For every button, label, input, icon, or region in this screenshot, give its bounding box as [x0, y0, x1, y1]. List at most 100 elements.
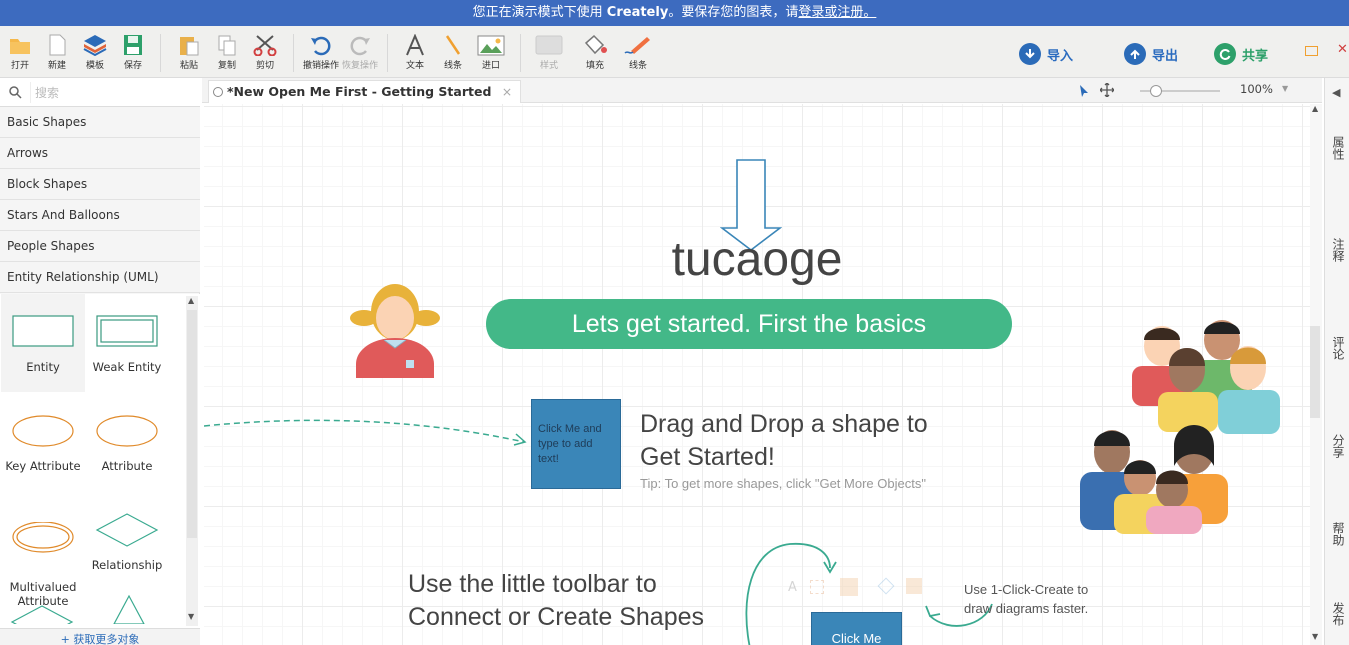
properties-tab[interactable]: 属性 — [1329, 136, 1347, 160]
templates-label: 模板 — [85, 61, 104, 71]
dashed-connector-arrow[interactable] — [204, 414, 534, 464]
share-button[interactable]: 共享 — [1214, 42, 1268, 66]
save-button[interactable]: 保存 — [115, 34, 151, 71]
diamond-icon — [95, 513, 159, 547]
style-label: 样式 — [539, 61, 558, 71]
toolbar-separator — [160, 34, 161, 72]
shape-relationship[interactable]: Relationship — [85, 492, 169, 591]
zoom-slider-handle[interactable] — [1150, 85, 1162, 97]
category-arrows[interactable]: Arrows — [0, 138, 200, 169]
category-block-shapes[interactable]: Block Shapes — [0, 169, 200, 200]
search-input[interactable] — [30, 82, 195, 103]
category-basic-shapes[interactable]: Basic Shapes — [0, 107, 200, 138]
tip-text[interactable]: Tip: To get more shapes, click "Get More… — [640, 476, 926, 491]
save-label: 保存 — [123, 61, 142, 71]
lets-get-started-banner[interactable]: Lets get started. First the basics — [486, 299, 1012, 349]
line-style-label: 线条 — [628, 61, 647, 71]
document-title: *New Open Me First - Getting Started — [227, 84, 492, 99]
notes-tab[interactable]: 注释 — [1329, 238, 1347, 262]
toolbar-heading[interactable]: Use the little toolbar to Connect or Cre… — [408, 568, 704, 634]
weak-relationship-icon[interactable] — [10, 604, 74, 624]
comments-tab[interactable]: 评论 — [1329, 336, 1347, 360]
open-button[interactable]: 打开 — [2, 34, 38, 71]
diagram-canvas[interactable]: tucaoge Lets get started. First the basi… — [204, 104, 1312, 645]
templates-button[interactable]: 模板 — [77, 34, 113, 71]
banner-text: 您正在演示模式下使用 — [472, 5, 607, 20]
shape-label: Weak Entity — [92, 360, 162, 374]
tab-close-icon[interactable]: × — [502, 84, 512, 99]
line-style-button[interactable]: 线条 — [620, 34, 656, 71]
shape-label: Attribute — [101, 459, 153, 473]
banner-text-2: 。要保存您的图表，请 — [668, 5, 799, 20]
people-group-icon[interactable] — [1072, 312, 1284, 534]
close-icon[interactable]: ✕ — [1337, 42, 1348, 57]
export-button[interactable]: 导出 — [1124, 42, 1178, 66]
click-me-shape[interactable]: Click Me — [811, 612, 902, 645]
one-click-create-note[interactable]: Use 1-Click-Create to draw diagrams fast… — [964, 580, 1088, 618]
import-button[interactable]: 导入 — [1019, 42, 1073, 66]
upload-icon — [1124, 43, 1146, 65]
girl-avatar-icon[interactable] — [348, 278, 442, 380]
fill-button[interactable]: 填充 — [577, 34, 613, 71]
document-tab[interactable]: *New Open Me First - Getting Started × — [208, 80, 522, 103]
line-tool-button[interactable]: 线条 — [435, 34, 471, 71]
cut-button[interactable]: 剪切 — [247, 34, 283, 71]
shape-weak-entity[interactable]: Weak Entity — [85, 294, 169, 392]
drag-drop-line-1: Drag and Drop a shape to — [640, 410, 928, 438]
shape-library-panel: Basic Shapes Arrows Block Shapes Stars A… — [0, 78, 200, 645]
paint-bucket-icon — [584, 34, 607, 55]
undo-icon — [311, 36, 331, 56]
text-icon — [406, 34, 424, 56]
main-toolbar: 打开 新建 模板 保存 粘贴 复制 剪切 撤销操作 恢复操作 文本 线条 进口 … — [0, 26, 1349, 78]
paste-label: 粘贴 — [179, 61, 198, 71]
copy-icon — [218, 35, 236, 56]
publish-tab[interactable]: 发布 — [1329, 602, 1347, 626]
click-me-box[interactable]: Click Me and type to add text! — [531, 399, 621, 489]
share-tab[interactable]: 分享 — [1329, 434, 1347, 458]
brand-name: Creately — [606, 5, 669, 20]
style-button[interactable]: 样式 — [531, 34, 567, 71]
import-label: 导入 — [1047, 48, 1074, 64]
text-label: 文本 — [405, 61, 424, 71]
cut-label: 剪切 — [255, 61, 274, 71]
shape-attribute[interactable]: Attribute — [85, 393, 169, 492]
pan-tool-icon[interactable] — [1100, 83, 1114, 97]
new-button[interactable]: 新建 — [39, 34, 75, 71]
pointer-tool-icon[interactable] — [1078, 84, 1090, 98]
import-image-button[interactable]: 进口 — [473, 34, 509, 71]
new-label: 新建 — [47, 61, 66, 71]
help-tab[interactable]: 帮助 — [1329, 522, 1347, 546]
category-people-shapes[interactable]: People Shapes — [0, 231, 200, 262]
shape-label: Entity — [26, 360, 60, 374]
open-label: 打开 — [10, 61, 29, 71]
undo-button[interactable]: 撤销操作 — [302, 34, 340, 71]
search-icon — [9, 86, 22, 99]
shape-entity[interactable]: Entity — [1, 294, 85, 392]
download-icon — [1019, 43, 1041, 65]
paste-button[interactable]: 粘贴 — [171, 34, 207, 71]
line-label: 线条 — [443, 61, 462, 71]
login-register-link[interactable]: 登录或注册。 — [798, 5, 876, 20]
fill-label: 填充 — [585, 61, 604, 71]
text-tool-button[interactable]: 文本 — [397, 34, 433, 71]
canvas-vertical-scrollbar[interactable]: ▲ ▼ — [1310, 104, 1322, 645]
zoom-level[interactable]: 100% — [1240, 82, 1273, 96]
copy-button[interactable]: 复制 — [209, 34, 245, 71]
zoom-dropdown-icon[interactable]: ▼ — [1282, 84, 1288, 93]
triangle-icon[interactable] — [112, 594, 146, 624]
shape-key-attribute[interactable]: Key Attribute — [1, 393, 85, 492]
get-more-objects-button[interactable]: + 获取更多对象 — [0, 628, 200, 645]
category-entity-relationship[interactable]: Entity Relationship (UML) — [0, 262, 200, 293]
category-stars-balloons[interactable]: Stars And Balloons — [0, 200, 200, 231]
demo-mode-banner: 您正在演示模式下使用 Creately。要保存您的图表，请登录或注册。 — [0, 0, 1349, 26]
drag-drop-heading[interactable]: Drag and Drop a shape to Get Started! — [640, 408, 928, 474]
restore-window-icon[interactable] — [1305, 46, 1318, 56]
save-icon — [124, 35, 142, 55]
tab-status-icon — [213, 87, 223, 97]
pencil-icon — [624, 37, 650, 54]
quick-toolbar-preview[interactable]: A — [788, 576, 928, 600]
palette-scrollbar[interactable]: ▲ ▼ — [186, 296, 198, 626]
collapse-panel-icon[interactable]: ◀ — [1332, 86, 1340, 99]
shape-multivalued-attribute[interactable]: Multivalued Attribute — [1, 492, 85, 608]
redo-button[interactable]: 恢复操作 — [341, 34, 379, 71]
